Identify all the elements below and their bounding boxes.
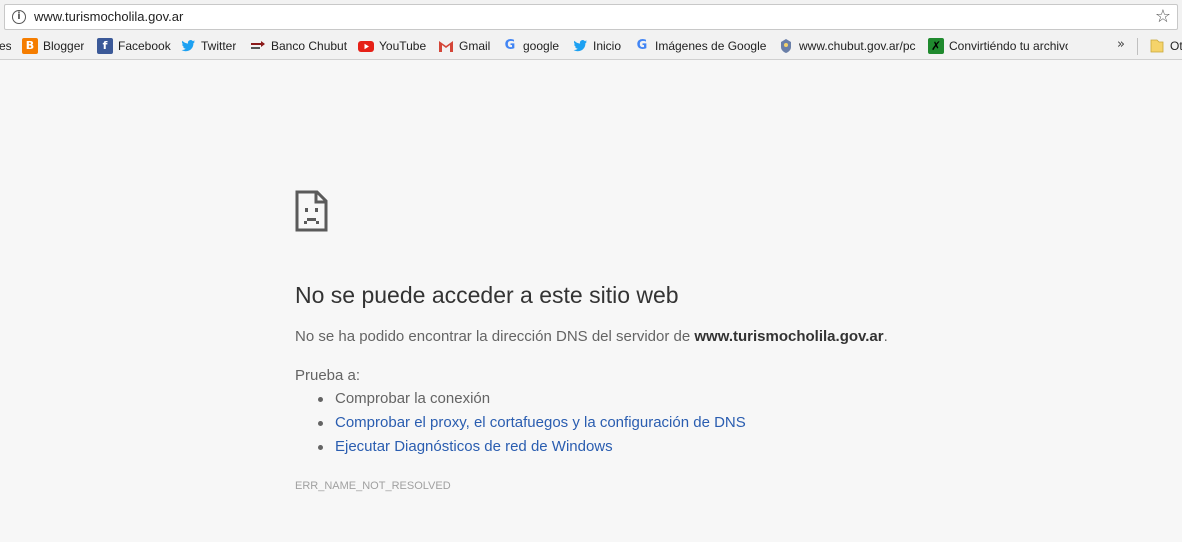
facebook-icon: f [97,38,113,54]
bookmark-item-gmail[interactable]: Gmail [438,37,490,55]
sad-page-icon [295,190,328,232]
suggestion-run-diagnostics-link[interactable]: Ejecutar Diagnósticos de red de Windows [318,438,746,462]
bookmarks-separator [1137,38,1138,55]
suggestion-check-connection: Comprobar la conexión [318,390,746,414]
bookmark-label: Twitter [201,39,237,53]
folder-icon [1149,38,1165,54]
bookmark-label: Blogger [43,39,85,53]
browser-toolbar: i www.turismocholila.gov.ar ☆ [0,0,1182,33]
bookmark-item-chubut-gov[interactable]: www.chubut.gov.ar/pc [778,37,916,55]
bookmarks-bar: es B Blogger f Facebook Twitter Banco Ch… [0,33,1182,60]
bookmark-label: Convirtiéndo tu archivo [949,39,1068,53]
bookmark-item-google[interactable]: G google [502,37,559,55]
address-bar[interactable]: i www.turismocholila.gov.ar ☆ [4,4,1178,30]
bookmark-item-facebook[interactable]: f Facebook [97,37,171,55]
site-info-icon[interactable]: i [12,10,26,24]
google-icon: G [636,38,648,53]
google-icon: G [504,38,516,53]
try-label: Prueba a: [295,367,361,384]
bookmark-item-convirtiendo[interactable]: ✗ Convirtiéndo tu archivo [928,37,1068,55]
twitter-icon [180,38,196,54]
bookmark-star-icon[interactable]: ☆ [1155,6,1171,27]
twitter-icon [572,38,588,54]
error-message: No se ha podido encontrar la dirección D… [295,328,888,345]
bookmark-label: Imágenes de Google [655,39,767,53]
suggestion-check-proxy-link[interactable]: Comprobar el proxy, el cortafuegos y la … [318,414,746,438]
suggestions-list: Comprobar la conexión Comprobar el proxy… [318,390,746,462]
bookmark-label: google [523,39,560,53]
bookmark-label: Ot [1170,39,1182,53]
blogger-icon: B [22,38,38,54]
bookmark-item-youtube[interactable]: YouTube [358,37,426,55]
bookmark-label: Banco Chubut [271,39,348,53]
bookmark-item-blogger[interactable]: B Blogger [22,37,84,55]
convert-icon: ✗ [928,38,944,54]
bookmark-label: Inicio [593,39,622,53]
bookmark-label: es [0,39,11,53]
bookmark-item-other[interactable]: Ot [1149,37,1182,55]
bookmark-item-inicio[interactable]: Inicio [572,37,621,55]
bookmark-label: YouTube [379,39,427,53]
chubut-icon [778,38,794,54]
more-bookmarks-chevron-icon[interactable]: » [1117,37,1125,52]
error-host: www.turismocholila.gov.ar [694,328,884,345]
bookmark-item-truncated[interactable]: es [0,37,11,55]
address-bar-url[interactable]: www.turismocholila.gov.ar [34,9,183,24]
error-message-prefix: No se ha podido encontrar la dirección D… [295,328,695,345]
error-message-suffix: . [883,328,888,345]
bookmark-label: Facebook [118,39,171,53]
gmail-icon [438,38,454,54]
banco-chubut-icon [250,38,266,54]
bookmark-label: Gmail [459,39,491,53]
youtube-icon [358,38,374,54]
bookmark-item-imagenes-google[interactable]: G Imágenes de Google [634,37,767,55]
error-code: ERR_NAME_NOT_RESOLVED [295,480,451,492]
bookmark-item-twitter[interactable]: Twitter [180,37,236,55]
error-title: No se puede acceder a este sitio web [295,282,679,308]
bookmark-label: www.chubut.gov.ar/pc [799,39,916,53]
bookmark-item-banco-chubut[interactable]: Banco Chubut [250,37,347,55]
